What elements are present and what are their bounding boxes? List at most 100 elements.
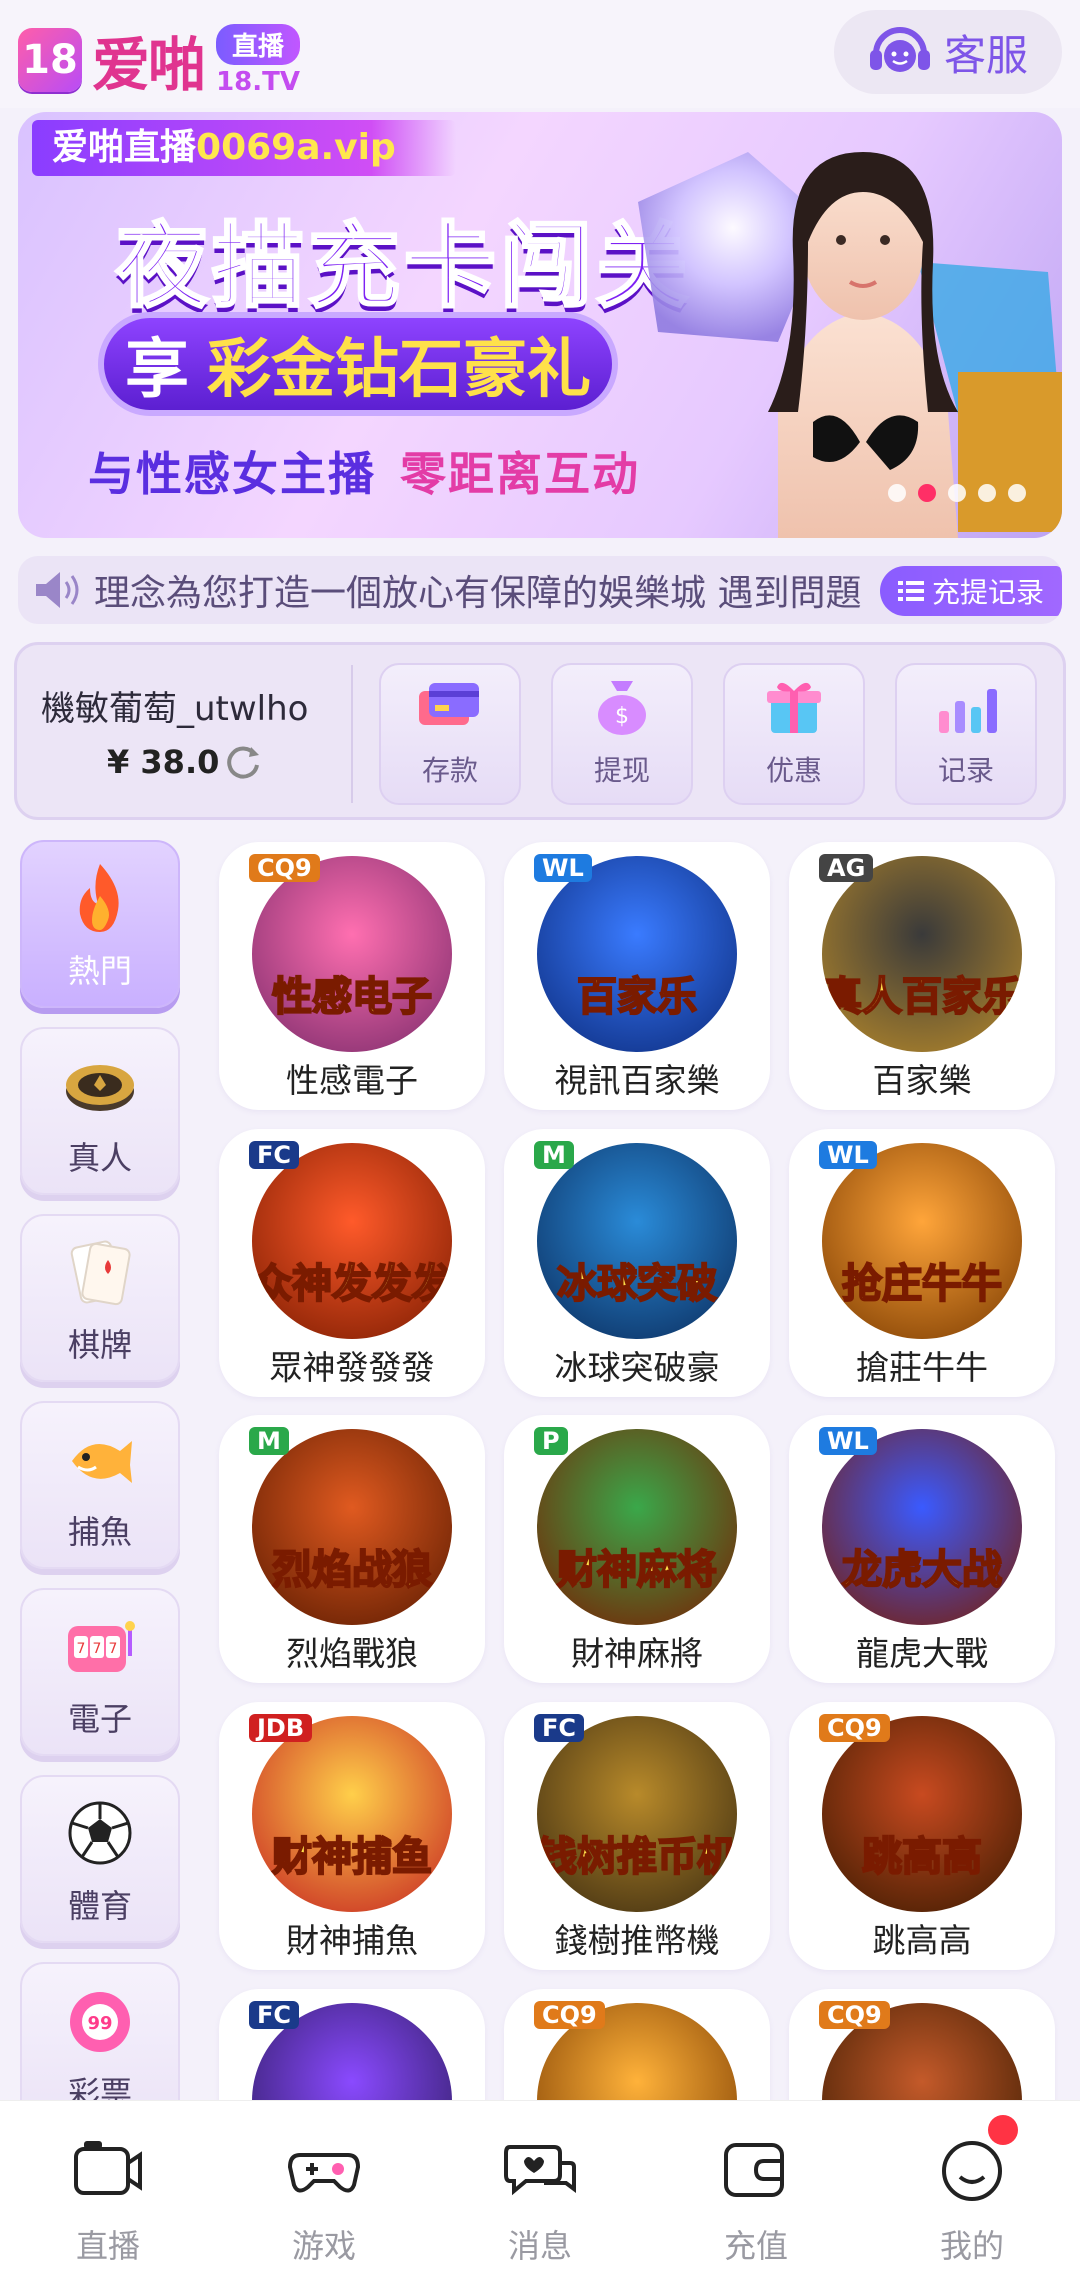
nav-games[interactable]: 游戏: [216, 2101, 432, 2289]
provider-badge: WL: [819, 1427, 877, 1455]
category-live[interactable]: 真人: [20, 1027, 180, 1195]
provider-badge: FC: [249, 2001, 300, 2029]
soccer-ball-icon: [68, 1801, 132, 1865]
username: 機敏葡萄_utwlho: [41, 689, 309, 729]
nav-label: 游戏: [291, 2227, 356, 2265]
nav-label: 充值: [723, 2227, 788, 2265]
card-icon: [419, 683, 479, 725]
deposit-withdraw-records-button[interactable]: 充提记录: [879, 566, 1062, 616]
game-card[interactable]: 众神发发发 FC 眾神發發發: [219, 1129, 485, 1397]
withdraw-label: 提现: [593, 754, 650, 787]
logo-live-tag: 直播: [216, 23, 301, 65]
banner-pagination: [888, 484, 1026, 502]
category-fishing[interactable]: 捕魚: [20, 1401, 180, 1569]
logo-domain: 18.TV: [216, 66, 300, 97]
game-thumbnail: 钱树推币机: [537, 1716, 737, 1912]
lottery-ball-icon: 99: [70, 1992, 130, 2052]
provider-badge: CQ9: [249, 854, 320, 882]
logo-text: 爱啪: [92, 31, 206, 99]
game-art-title: 百家乐: [576, 973, 698, 1021]
pagination-dot[interactable]: [888, 484, 906, 502]
nav-live[interactable]: 直播: [0, 2101, 216, 2289]
logo: 18 爱啪 直播 18.TV: [18, 18, 301, 102]
provider-badge: JDB: [249, 1714, 313, 1742]
game-card[interactable]: 龙虎大战 WL 龍虎大戰: [789, 1415, 1055, 1683]
promo-banner[interactable]: 爱啪直播0069a.vip 夜描充卡闯关 享 彩金钻石豪礼 与性感女主播 零距离互…: [18, 112, 1062, 538]
category-card-games[interactable]: 棋牌: [20, 1214, 180, 1382]
game-art-title: 财神捕鱼: [271, 1833, 433, 1881]
game-card[interactable]: 财神捕鱼 JDB 財神捕魚: [219, 1702, 485, 1970]
nav-label: 直播: [75, 2227, 140, 2265]
pagination-dot[interactable]: [918, 484, 936, 502]
game-thumbnail: 财神麻将: [537, 1429, 737, 1625]
headset-icon: [869, 27, 930, 72]
game-name: 財神捕魚: [286, 1921, 418, 1960]
svg-text:99: 99: [87, 2013, 112, 2034]
provider-badge: AG: [819, 854, 874, 882]
game-art-title: 众神发发发: [252, 1260, 452, 1308]
announcement-bar[interactable]: 理念為您打造一個放心有保障的娛樂城 遇到問題 充提记录: [18, 556, 1062, 624]
customer-service-label: 客服: [943, 30, 1028, 80]
nav-profile[interactable]: 我的: [864, 2101, 1080, 2289]
game-thumbnail: 百家乐: [537, 856, 737, 1052]
game-card[interactable]: 百家乐 WL 視訊百家樂: [504, 842, 770, 1110]
game-card[interactable]: 钱树推币机 FC 錢樹推幣機: [504, 1702, 770, 1970]
game-name: 性感電子: [286, 1061, 418, 1100]
nav-label: 我的: [939, 2227, 1004, 2265]
game-card[interactable]: 烈焰战狼 M 烈焰戰狼: [219, 1415, 485, 1683]
game-name: 烈焰戰狼: [286, 1634, 418, 1673]
pagination-dot[interactable]: [978, 484, 996, 502]
category-sports[interactable]: 體育: [20, 1775, 180, 1943]
game-art-title: 冰球突破: [556, 1260, 718, 1308]
flame-icon: [79, 864, 119, 932]
game-name: 百家樂: [872, 1061, 972, 1100]
category-hot[interactable]: 熱門: [20, 840, 180, 1008]
records-button[interactable]: 记录: [895, 663, 1037, 805]
game-card[interactable]: 抢庄牛牛 WL 搶莊牛牛: [789, 1129, 1055, 1397]
game-card[interactable]: 真人百家乐 AG 百家樂: [789, 842, 1055, 1110]
game-art-title: 钱树推币机: [537, 1833, 737, 1881]
promotions-button[interactable]: 优惠: [723, 663, 865, 805]
banner-tag-url: 0069a.vip: [196, 127, 396, 168]
promotions-label: 优惠: [765, 754, 822, 787]
logo-sub: 直播 18.TV: [216, 23, 301, 97]
game-name: 冰球突破豪: [554, 1348, 720, 1387]
game-art-title: 跳高高: [861, 1833, 983, 1881]
banner-slogan-a: 与性感女主播: [88, 447, 376, 501]
game-name: 跳高高: [872, 1921, 972, 1960]
provider-badge: P: [534, 1427, 568, 1455]
game-card[interactable]: 冰球突破 M 冰球突破豪: [504, 1129, 770, 1397]
provider-badge: CQ9: [534, 2001, 605, 2029]
pagination-dot[interactable]: [948, 484, 966, 502]
announcement-text: 理念為您打造一個放心有保障的娛樂城 遇到問題: [94, 573, 862, 614]
withdraw-button[interactable]: $ 提现: [551, 663, 693, 805]
nav-messages[interactable]: 消息: [432, 2101, 648, 2289]
category-slots[interactable]: 7 7 7 電子: [20, 1588, 180, 1756]
pagination-dot[interactable]: [1008, 484, 1026, 502]
banner-hostess-image: [638, 152, 1062, 538]
game-name: 龍虎大戰: [856, 1634, 988, 1673]
nav-label: 消息: [507, 2227, 572, 2265]
speaker-icon: [36, 572, 79, 608]
game-card[interactable]: 性感电子 CQ9 性感電子: [219, 842, 485, 1110]
account-divider: [351, 665, 353, 803]
game-card[interactable]: 财神麻将 P 財神麻將: [504, 1415, 770, 1683]
banner-tag: 爱啪直播0069a.vip: [32, 120, 456, 176]
svg-text:$: $: [615, 704, 629, 729]
banner-tag-prefix: 爱啪直播: [52, 127, 197, 168]
money-bag-icon: $: [598, 681, 646, 735]
deposit-label: 存款: [421, 754, 478, 787]
balance-value: ¥ 38.0: [107, 743, 220, 781]
logo-mark: 18: [18, 28, 82, 92]
customer-service-button[interactable]: 客服: [834, 10, 1062, 94]
nav-recharge[interactable]: 充值: [648, 2101, 864, 2289]
game-thumbnail: 抢庄牛牛: [822, 1143, 1022, 1339]
svg-text:7: 7: [109, 1641, 118, 1657]
refresh-icon[interactable]: [223, 741, 263, 781]
game-card[interactable]: 跳高高 CQ9 跳高高: [789, 1702, 1055, 1970]
provider-badge: FC: [249, 1141, 300, 1169]
provider-badge: CQ9: [819, 1714, 890, 1742]
game-art-title: 龙虎大战: [841, 1546, 1003, 1594]
header: 18 爱啪 直播 18.TV 客服: [0, 0, 1080, 108]
deposit-button[interactable]: 存款: [379, 663, 521, 805]
